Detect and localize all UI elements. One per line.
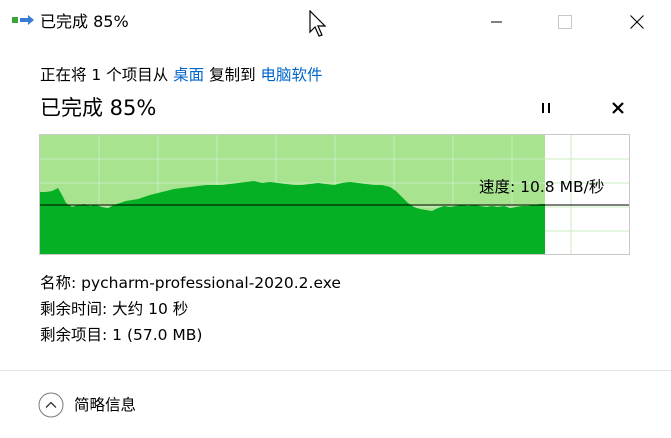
minimize-icon bbox=[491, 21, 502, 23]
operation-middle: 复制到 bbox=[204, 66, 261, 84]
pause-icon bbox=[542, 103, 550, 113]
time-remaining-row: 剩余时间: 大约 10 秒 bbox=[40, 300, 189, 318]
destination-folder-link[interactable]: 电脑软件 bbox=[261, 66, 323, 84]
chevron-up-icon bbox=[38, 392, 64, 418]
mouse-cursor-icon bbox=[309, 10, 327, 37]
file-name-row: 名称: pycharm-professional-2020.2.exe bbox=[40, 274, 341, 292]
maximize-button[interactable] bbox=[542, 0, 588, 44]
source-folder-link[interactable]: 桌面 bbox=[173, 66, 204, 84]
items-remaining-row: 剩余项目: 1 (57.0 MB) bbox=[40, 326, 203, 344]
operation-description: 正在将 1 个项目从 桌面 复制到 电脑软件 bbox=[40, 64, 323, 86]
file-copy-icon bbox=[12, 15, 34, 25]
window-title: 已完成 85% bbox=[40, 12, 129, 31]
close-button[interactable] bbox=[614, 0, 660, 44]
fewer-details-label: 简略信息 bbox=[74, 396, 137, 414]
title-bar: 已完成 85% bbox=[0, 0, 671, 44]
close-icon bbox=[630, 15, 644, 29]
progress-heading: 已完成 85% bbox=[40, 96, 157, 120]
operation-prefix: 正在将 1 个项目从 bbox=[40, 66, 174, 84]
minimize-button[interactable] bbox=[474, 0, 520, 44]
pause-button[interactable] bbox=[534, 96, 558, 120]
fewer-details-toggle[interactable]: 简略信息 bbox=[38, 390, 136, 420]
maximize-icon bbox=[558, 15, 572, 29]
close-icon bbox=[612, 102, 624, 114]
cancel-button[interactable] bbox=[606, 96, 630, 120]
copy-progress-window: 已完成 85% 正在将 1 个项目从 桌面 复制到 电脑软件 已完成 85% 速… bbox=[0, 0, 671, 438]
speed-label: 速度: 10.8 MB/秒 bbox=[479, 178, 605, 196]
